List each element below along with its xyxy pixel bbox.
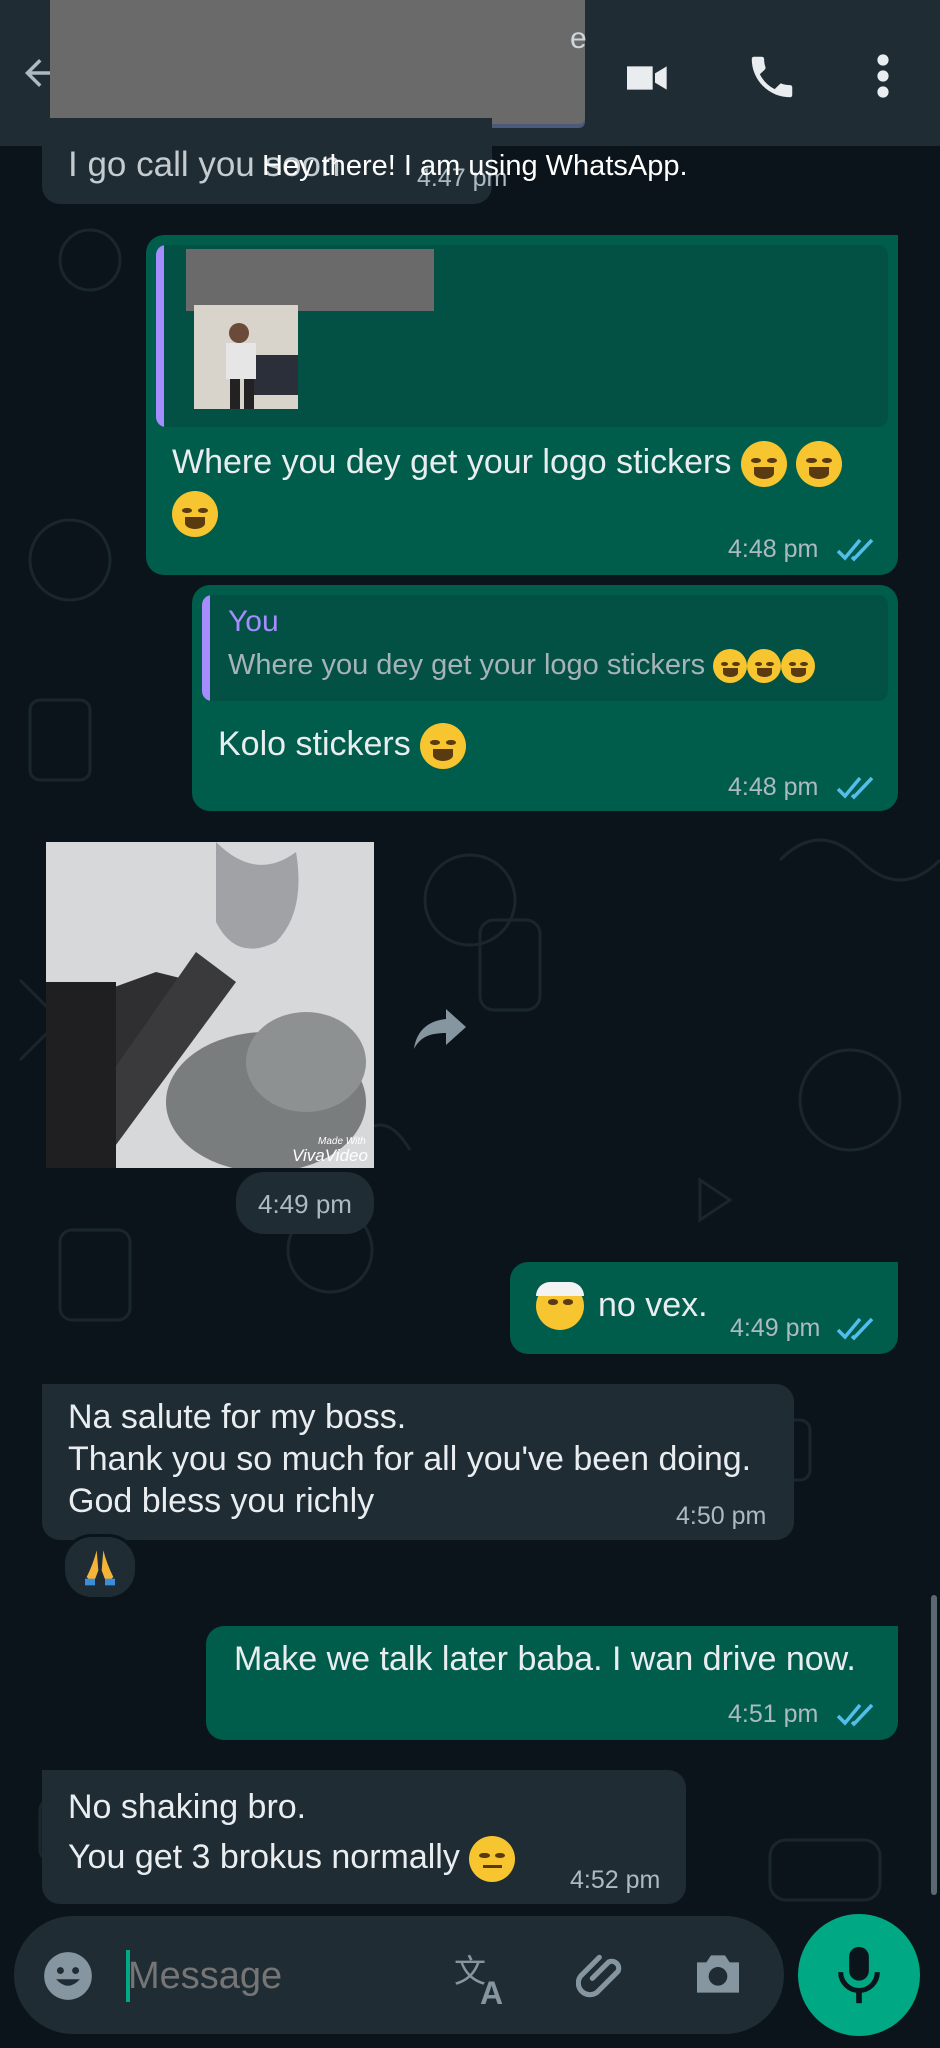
message-text: No shaking bro. You get 3 brokus normall… <box>68 1782 516 1883</box>
contact-name-fragment: e <box>570 22 587 55</box>
contact-status: Hey there! I am using WhatsApp. <box>262 150 688 182</box>
quote-accent-bar <box>156 245 164 427</box>
emoji-icon[interactable] <box>42 1950 94 2002</box>
message-text: Na salute for my boss. Thank you so much… <box>68 1398 752 1520</box>
message-outgoing[interactable]: no vex. 4:49 pm <box>510 1262 898 1354</box>
video-thumbnail <box>46 842 374 1168</box>
voice-call-icon[interactable] <box>745 50 799 104</box>
message-outgoing[interactable]: Make we talk later baba. I wan drive now… <box>206 1626 898 1740</box>
redacted-contact-info[interactable] <box>50 0 585 124</box>
saluting-face-emoji <box>469 1836 516 1883</box>
svg-text:A: A <box>480 1975 503 2006</box>
rofl-emoji <box>172 491 218 538</box>
forward-icon[interactable] <box>410 1005 470 1053</box>
read-ticks-icon <box>836 538 874 562</box>
quote-author: You <box>228 605 279 638</box>
time-chip: 4:49 pm <box>236 1172 374 1234</box>
scrollbar[interactable] <box>931 1595 937 1895</box>
message-input[interactable] <box>126 1942 430 2010</box>
message-text: Where you dey get your logo stickers <box>172 441 872 538</box>
message-time: 4:49 pm <box>730 1314 821 1342</box>
message-outgoing[interactable]: Where you dey get your logo stickers 4:4… <box>146 235 898 575</box>
message-incoming[interactable]: No shaking bro. You get 3 brokus normall… <box>42 1770 686 1904</box>
message-time: 4:48 pm <box>728 535 819 563</box>
message-time: 4:49 pm <box>258 1189 352 1219</box>
mic-icon <box>838 1946 880 2004</box>
pray-icon <box>85 1550 115 1586</box>
attach-icon[interactable] <box>576 1948 632 2004</box>
media-message[interactable]: Made With VivaVideo <box>46 842 374 1168</box>
message-time: 4:52 pm <box>570 1866 661 1894</box>
message-text: Kolo stickers <box>218 723 467 770</box>
mic-button[interactable] <box>798 1914 920 2036</box>
message-composer: 文A <box>14 1916 784 2034</box>
quoted-image-thumbnail <box>194 305 298 409</box>
message-time: 4:51 pm <box>728 1700 819 1728</box>
message-time: 4:48 pm <box>728 773 819 801</box>
read-ticks-icon <box>836 1317 874 1341</box>
reaction-badge[interactable] <box>62 1534 138 1600</box>
translate-icon[interactable]: 文A <box>454 1950 514 2006</box>
redacted-quote-author <box>186 249 434 311</box>
head-bandage-emoji <box>536 1282 584 1330</box>
rofl-emoji <box>796 441 843 488</box>
rofl-emoji <box>747 649 782 684</box>
rofl-emoji <box>713 649 748 684</box>
read-ticks-icon <box>836 776 874 800</box>
message-incoming[interactable]: Na salute for my boss. Thank you so much… <box>42 1384 794 1540</box>
message-text: Make we talk later baba. I wan drive now… <box>234 1640 856 1678</box>
message-outgoing[interactable]: You Where you dey get your logo stickers… <box>192 585 898 811</box>
more-options-icon[interactable] <box>868 52 898 100</box>
quoted-image[interactable] <box>156 245 888 427</box>
camera-icon[interactable] <box>690 1948 746 2000</box>
rofl-emoji <box>781 649 816 684</box>
rofl-emoji <box>420 723 467 770</box>
video-call-icon[interactable] <box>620 50 676 106</box>
quoted-message[interactable]: You Where you dey get your logo stickers <box>202 595 888 701</box>
watermark: VivaVideo <box>292 1146 368 1165</box>
read-ticks-icon <box>836 1703 874 1727</box>
message-time: 4:50 pm <box>676 1502 767 1530</box>
message-text: no vex. <box>598 1286 708 1324</box>
quote-text: Where you dey get your logo stickers <box>228 649 816 684</box>
rofl-emoji <box>740 441 787 488</box>
quote-accent-bar <box>202 595 210 701</box>
